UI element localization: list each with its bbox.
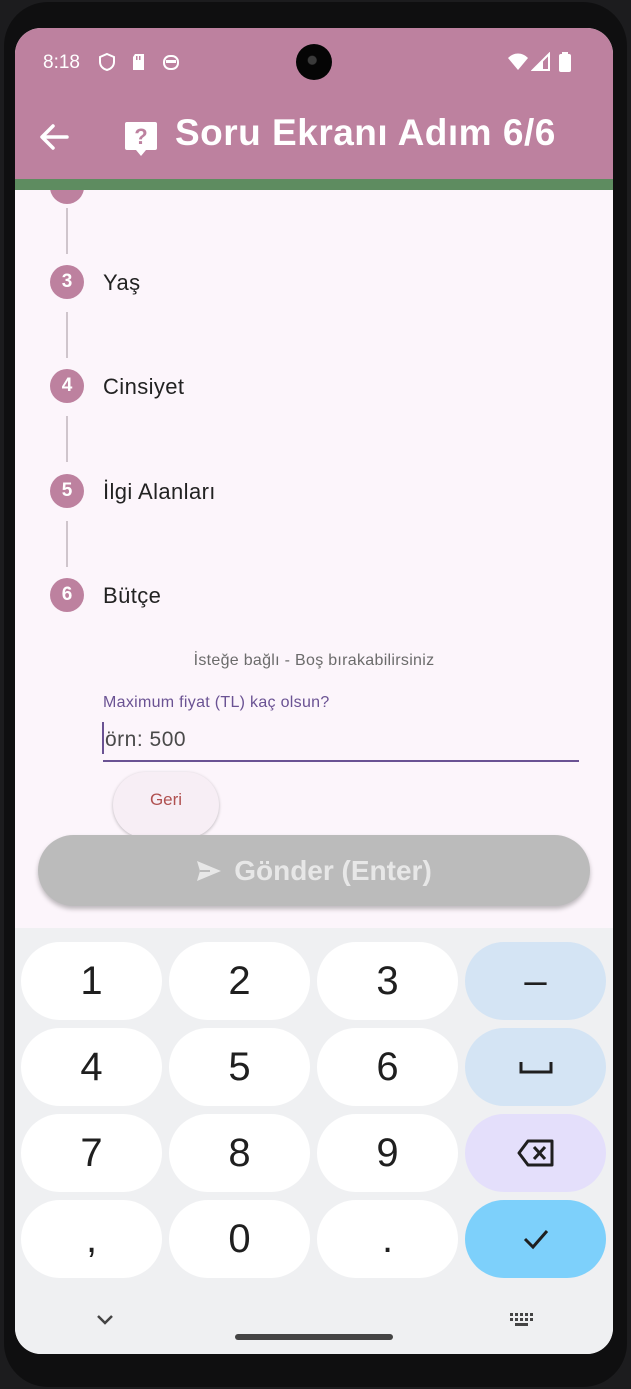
back-step-button[interactable]: Geri xyxy=(113,772,219,838)
step-number[interactable]: 5 xyxy=(50,474,84,508)
shield-icon xyxy=(99,52,115,72)
home-indicator[interactable] xyxy=(235,1334,393,1340)
send-icon xyxy=(197,860,222,881)
key-4[interactable]: 4 xyxy=(21,1028,162,1106)
step-connector xyxy=(66,312,68,358)
arrow-left-icon[interactable] xyxy=(37,120,71,154)
status-time: 8:18 xyxy=(43,52,80,73)
step-connector xyxy=(66,416,68,462)
text-cursor xyxy=(102,722,104,754)
step-number[interactable]: 4 xyxy=(50,369,84,403)
app-header: 8:18 ? Soru Ekranı Adım 6/6 xyxy=(15,28,613,180)
key-1[interactable]: 1 xyxy=(21,942,162,1020)
key-7[interactable]: 7 xyxy=(21,1114,162,1192)
front-camera xyxy=(296,44,332,80)
step-number[interactable]: 3 xyxy=(50,265,84,299)
screen: 8:18 ? Soru Ekranı Adım 6/6 3 Yaş 4 Cins… xyxy=(15,28,613,1354)
space-icon xyxy=(519,1062,552,1074)
key-6[interactable]: 6 xyxy=(317,1028,458,1106)
step-label-gender[interactable]: Cinsiyet xyxy=(103,374,184,400)
key-5[interactable]: 5 xyxy=(169,1028,310,1106)
key-period[interactable]: . xyxy=(317,1200,458,1278)
back-step-label: Geri xyxy=(149,790,183,809)
send-button[interactable]: Gönder (Enter) xyxy=(38,835,590,906)
chevron-down-icon[interactable] xyxy=(95,1312,115,1326)
numeric-keyboard: 1 2 3 – 4 5 6 7 8 9 , 0 . xyxy=(15,928,613,1354)
key-2[interactable]: 2 xyxy=(169,942,310,1020)
key-backspace[interactable] xyxy=(465,1114,606,1192)
optional-hint: İsteğe bağlı - Boş bırakabilirsiniz xyxy=(193,652,435,669)
keyboard-icon[interactable] xyxy=(509,1312,535,1328)
step-number[interactable]: 6 xyxy=(50,578,84,612)
stepper: 3 Yaş 4 Cinsiyet 5 İlgi Alanları 6 Bütçe… xyxy=(15,190,613,870)
key-9[interactable]: 9 xyxy=(317,1114,458,1192)
progress-bar xyxy=(15,179,613,190)
robot-icon xyxy=(163,55,179,70)
page-title: Soru Ekranı Adım 6/6 xyxy=(175,112,556,153)
help-bubble-icon: ? xyxy=(125,122,157,156)
signal-icon xyxy=(531,52,550,71)
step-connector xyxy=(66,521,68,567)
key-0[interactable]: 0 xyxy=(169,1200,310,1278)
budget-field-label: Maximum fiyat (TL) kaç olsun? xyxy=(103,694,330,711)
key-8[interactable]: 8 xyxy=(169,1114,310,1192)
step-circle-hidden xyxy=(50,190,84,204)
svg-text:?: ? xyxy=(134,124,147,149)
wifi-icon xyxy=(508,53,528,70)
key-done[interactable] xyxy=(465,1200,606,1278)
backspace-icon xyxy=(517,1139,553,1167)
key-space[interactable] xyxy=(465,1028,606,1106)
step-label-age[interactable]: Yaş xyxy=(103,270,140,296)
status-bar: 8:18 xyxy=(15,28,613,96)
check-icon xyxy=(523,1230,548,1250)
step-connector xyxy=(66,208,68,254)
key-minus[interactable]: – xyxy=(465,942,606,1020)
sd-card-icon xyxy=(133,54,144,70)
max-price-input[interactable] xyxy=(103,720,579,762)
step-label-budget[interactable]: Bütçe xyxy=(103,583,161,609)
step-label-interests[interactable]: İlgi Alanları xyxy=(103,479,216,505)
battery-icon xyxy=(559,52,571,72)
key-comma[interactable]: , xyxy=(21,1200,162,1278)
send-button-label: Gönder (Enter) xyxy=(234,854,432,886)
key-3[interactable]: 3 xyxy=(317,942,458,1020)
